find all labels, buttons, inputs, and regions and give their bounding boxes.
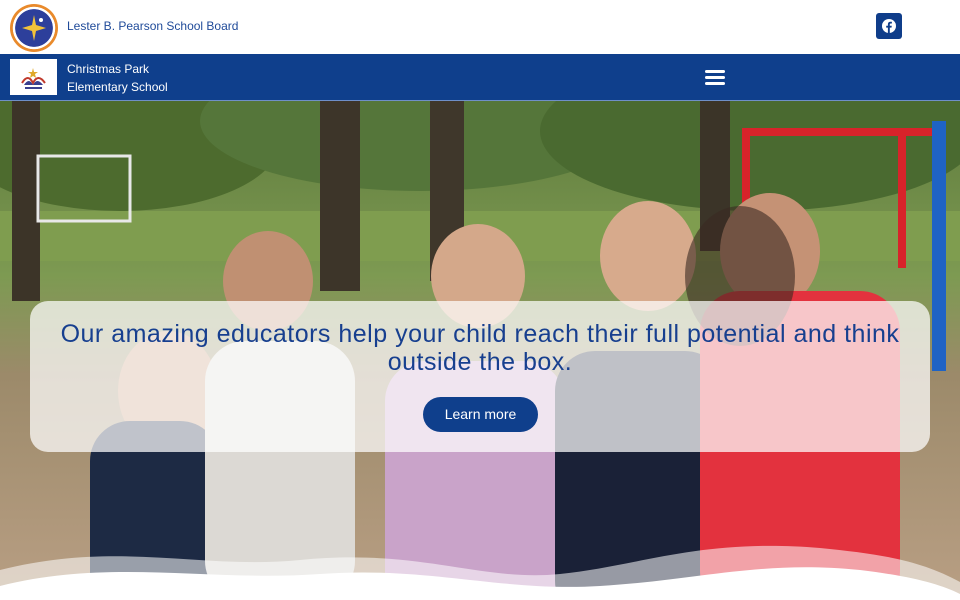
hero-headline: Our amazing educators help your child re… xyxy=(60,320,900,376)
top-bar: Lester B. Pearson School Board xyxy=(0,0,960,54)
board-logo-icon[interactable] xyxy=(10,4,58,52)
school-name[interactable]: Christmas Park Elementary School xyxy=(67,60,168,96)
school-logo-icon[interactable] xyxy=(10,59,57,95)
learn-more-button[interactable]: Learn more xyxy=(423,397,538,432)
hero-section: Our amazing educators help your child re… xyxy=(0,101,960,600)
facebook-icon[interactable] xyxy=(876,13,902,39)
school-name-line-2: Elementary School xyxy=(67,80,168,94)
hamburger-menu-icon[interactable] xyxy=(704,68,726,86)
wave-divider xyxy=(0,545,960,600)
navigation-bar: Christmas Park Elementary School xyxy=(0,54,960,101)
hero-message-panel: Our amazing educators help your child re… xyxy=(30,301,930,452)
school-name-line-1: Christmas Park xyxy=(67,62,150,76)
board-name[interactable]: Lester B. Pearson School Board xyxy=(67,19,238,33)
